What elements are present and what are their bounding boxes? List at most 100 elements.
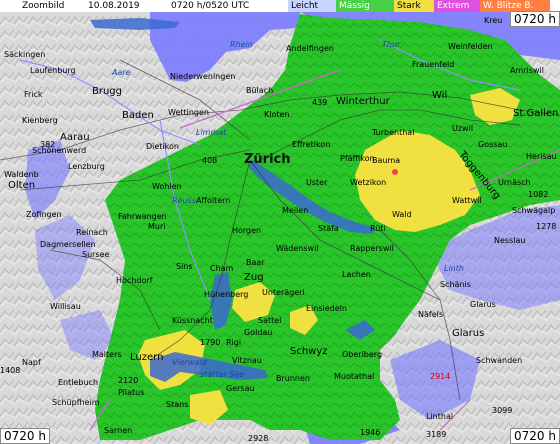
place-wil: Wil	[432, 90, 448, 101]
place-cham: Cham	[210, 264, 234, 273]
place-urnasch: Urnäsch	[498, 178, 531, 187]
place-muri: Muri	[148, 222, 166, 231]
place-stgallen: St.Gallen	[513, 108, 559, 119]
place-wadenswil: Wädenswil	[276, 244, 319, 253]
label-linth: Linth	[444, 264, 464, 273]
place-nafels: Näfels	[418, 310, 444, 319]
rain-extreme-layer	[392, 169, 398, 175]
time-label: 0720 h/0520 UTC	[171, 1, 250, 11]
place-wald: Wald	[392, 210, 412, 219]
label-thur: Thur	[382, 40, 401, 49]
place-muotathal: Muotathal	[334, 372, 375, 381]
place-affoltern: Affoltern	[196, 196, 231, 205]
label-staetter-see: stätter See	[200, 370, 245, 379]
place-kreuzlingen: Kreu	[484, 16, 503, 25]
date-label: 10.08.2019	[88, 1, 140, 11]
place-pfaffikon: Pfäffikon	[340, 154, 375, 163]
place-zug: Zug	[244, 272, 264, 283]
place-brugg: Brugg	[92, 86, 123, 97]
place-baar: Baar	[246, 258, 265, 267]
place-gersau: Gersau	[226, 384, 255, 393]
legend-extrem: Extrem	[434, 0, 480, 12]
place-waldenburg: Waldenb	[4, 170, 39, 179]
height-3099: 3099	[492, 406, 513, 415]
place-luzern: Luzern	[130, 352, 164, 363]
place-einsiedeln: Einsiedeln	[306, 304, 347, 313]
place-kienberg: Kienberg	[22, 116, 58, 125]
place-turbenthal: Turbenthal	[372, 128, 415, 137]
place-entlebuch: Entlebuch	[58, 378, 99, 387]
place-uzwil: Uzwil	[452, 124, 474, 133]
height-408: 408	[202, 156, 218, 165]
place-stans: Stans	[166, 400, 189, 409]
label-vierwald: Vierwald	[172, 358, 207, 367]
height-1408: 1408	[0, 366, 21, 375]
place-sarnen: Sarnen	[104, 426, 133, 435]
legend-stark: Stark	[394, 0, 434, 12]
place-gossau: Gossau	[478, 140, 508, 149]
place-uster: Uster	[306, 178, 328, 187]
place-malters: Malters	[92, 350, 122, 359]
height-1790: 1790	[200, 338, 221, 347]
legend-massig: Mässig	[336, 0, 394, 12]
place-oberiberg: Oberiberg	[342, 350, 383, 359]
place-zofingen: Zofingen	[26, 210, 62, 219]
time-corner-bottom-left: 0720 h	[0, 428, 50, 444]
height-2120: 2120	[118, 376, 139, 385]
place-sackingen: Säckingen	[4, 50, 46, 59]
place-kussnacht: Küssnacht	[172, 316, 213, 325]
place-winterthur: Winterthur	[336, 96, 390, 107]
place-sins: Sins	[176, 262, 193, 271]
place-lachen: Lachen	[342, 270, 371, 279]
height-2928: 2928	[248, 434, 269, 443]
place-schwagalp: Schwägalp	[512, 206, 556, 215]
place-reinach: Reinach	[76, 228, 108, 237]
place-baden: Baden	[122, 110, 154, 121]
height-2914: 2914	[430, 372, 451, 381]
place-linthal: Linthal	[426, 412, 454, 421]
place-frauenfeld: Frauenfeld	[412, 60, 455, 69]
label-rhein: Rhein	[230, 40, 253, 49]
place-laufenburg: Laufenburg	[30, 66, 76, 75]
place-effretikon: Effretikon	[292, 140, 331, 149]
place-horgen: Horgen	[232, 226, 262, 235]
place-olten: Olten	[8, 180, 36, 191]
place-glarus: Glarus	[452, 328, 485, 339]
place-schanis: Schänis	[440, 280, 471, 289]
place-napf: Napf	[22, 358, 41, 367]
place-vitznau: Vitznau	[232, 356, 262, 365]
place-wattwil: Wattwil	[452, 196, 482, 205]
height-3189: 3189	[426, 430, 447, 439]
place-lenzburg: Lenzburg	[68, 162, 105, 171]
height-439: 439	[312, 98, 328, 107]
place-frick: Frick	[24, 90, 43, 99]
place-aarau: Aarau	[60, 132, 90, 143]
place-willisau: Willisau	[50, 302, 81, 311]
place-fahrwangen: Fahrwangen	[118, 212, 167, 221]
place-dagmersellen: Dagmersellen	[40, 240, 96, 249]
place-unterageri: Unterägeri	[262, 288, 305, 297]
place-wetzikon: Wetzikon	[350, 178, 387, 187]
place-rigi: Rigi	[226, 338, 242, 347]
label-aare: Aare	[112, 68, 131, 77]
height-1278: 1278	[536, 222, 557, 231]
height-382: 382	[40, 140, 56, 149]
place-meilen: Meilen	[282, 206, 309, 215]
zoom-label: Zoombild	[22, 1, 65, 11]
place-bulach: Bülach	[246, 86, 274, 95]
place-brunnen: Brunnen	[276, 374, 310, 383]
place-dietikon: Dietikon	[146, 142, 179, 151]
place-stafa: Stäfa	[318, 224, 339, 233]
place-hochdorf: Hochdorf	[116, 276, 153, 285]
time-corner-top-right: 0720 h	[510, 11, 560, 27]
place-kloten: Kloten	[264, 110, 290, 119]
header-bar: Zoombild 10.08.2019 0720 h/0520 UTC Leic…	[0, 0, 560, 12]
place-goldau: Goldau	[244, 328, 273, 337]
place-bauma: Bauma	[372, 156, 401, 165]
place-wettingen: Wettingen	[168, 108, 209, 117]
place-pilatus: Pilatus	[118, 388, 145, 397]
place-niederweningen: Niederweningen	[170, 72, 236, 81]
place-herisau: Herisau	[526, 152, 557, 161]
place-sattel: Sattel	[258, 316, 282, 325]
place-weinfelden: Weinfelden	[448, 42, 493, 51]
